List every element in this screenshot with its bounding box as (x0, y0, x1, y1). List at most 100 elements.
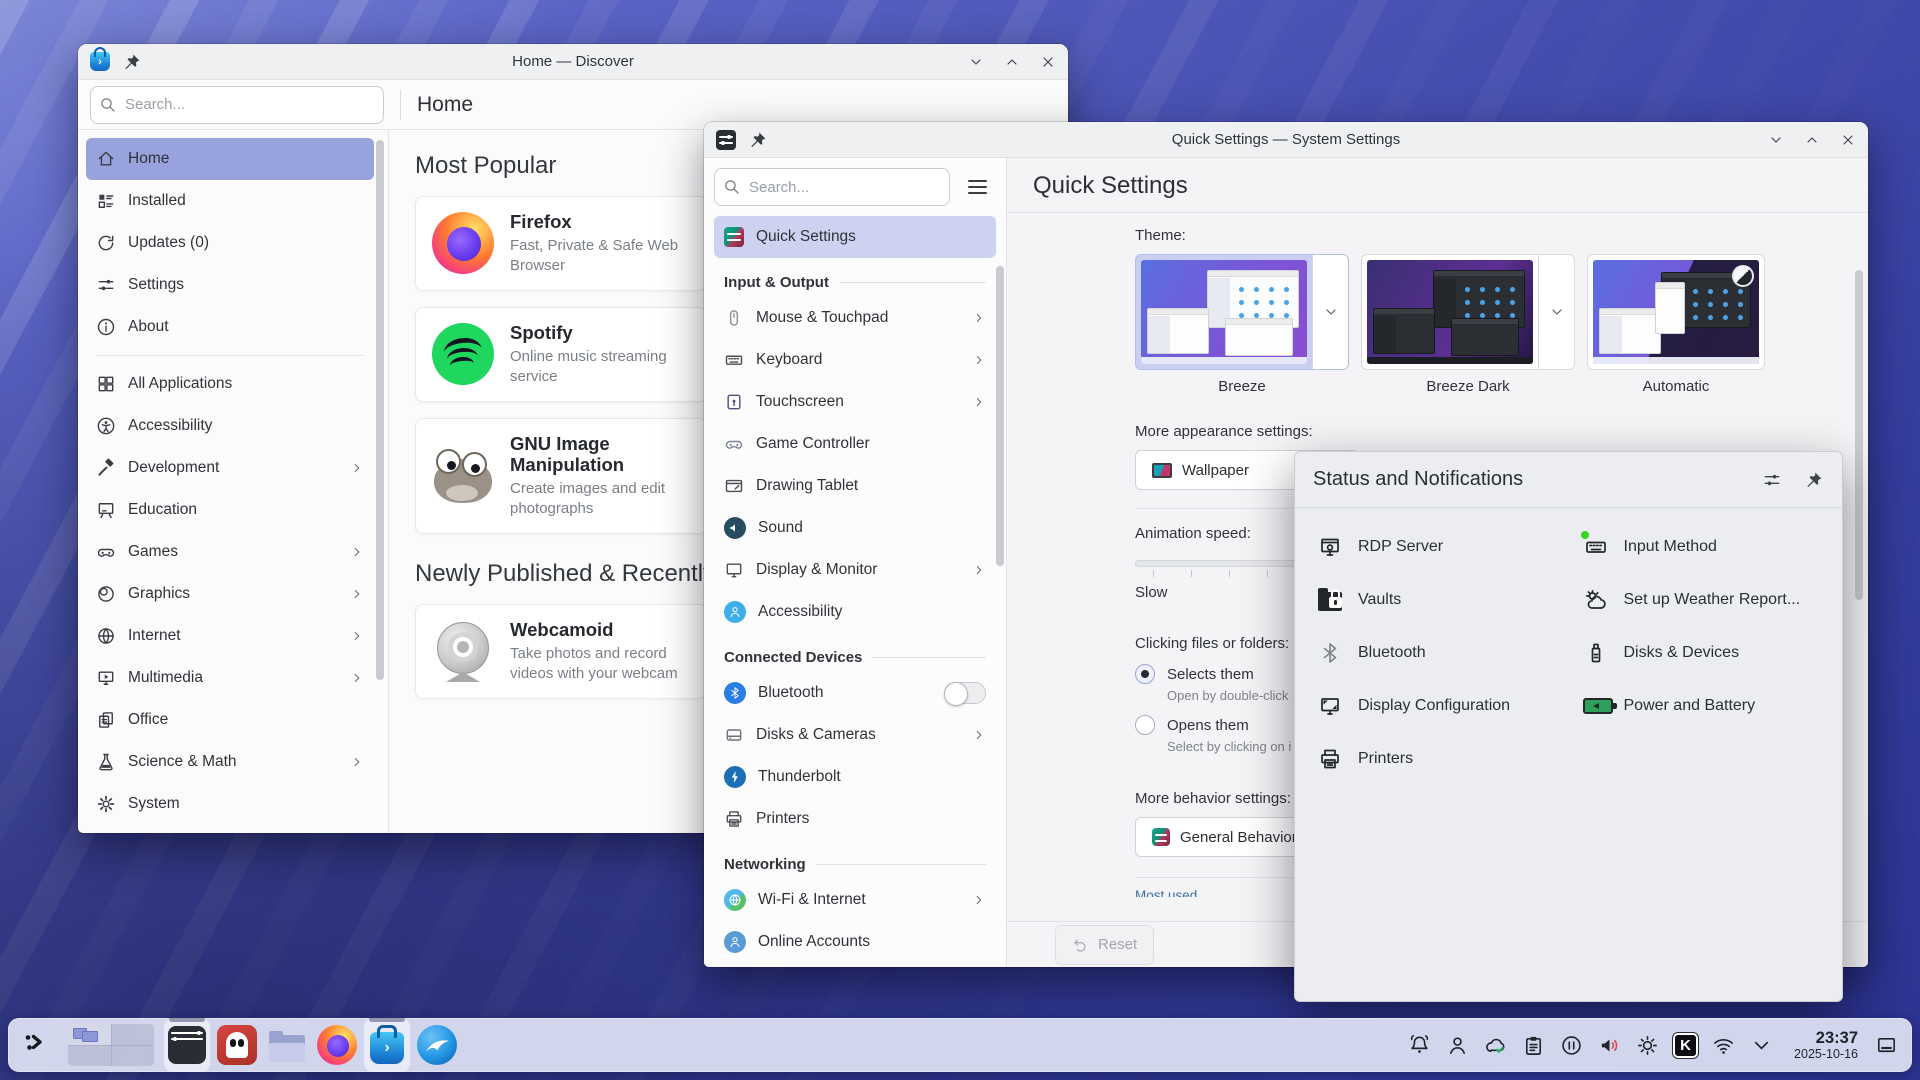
clipboard-icon[interactable] (1516, 1023, 1551, 1067)
maximize-icon[interactable] (1004, 54, 1020, 70)
pin-icon[interactable] (748, 130, 768, 150)
pager-desktop-2[interactable] (112, 1024, 155, 1045)
minimize-icon[interactable] (1768, 132, 1784, 148)
search-input[interactable] (714, 168, 950, 206)
sidebar-item-science-math[interactable]: Science & Math (86, 741, 374, 783)
sidebar-item-about[interactable]: About (86, 306, 374, 348)
sidebar-item-bluetooth[interactable]: Bluetooth (714, 672, 996, 714)
tray-item-input-method[interactable]: Input Method (1569, 520, 1835, 573)
brightness-icon[interactable] (1630, 1023, 1665, 1067)
sidebar-item-thunderbolt[interactable]: Thunderbolt (714, 756, 996, 798)
volume-icon[interactable] (1592, 1023, 1627, 1067)
app-card-webcamoid[interactable]: Webcamoid Take photos and record videos … (415, 604, 707, 699)
settings-titlebar[interactable]: Quick Settings — System Settings (704, 122, 1868, 158)
sidebar-item-display-monitor[interactable]: Display & Monitor (714, 549, 996, 591)
tray-item-power-battery[interactable]: Power and Battery (1569, 679, 1835, 732)
virtual-desktop-pager[interactable] (68, 1024, 154, 1066)
sidebar-item-sound[interactable]: Sound (714, 507, 996, 549)
sidebar-item-disks-cameras[interactable]: Disks & Cameras (714, 714, 996, 756)
show-desktop-button[interactable] (1869, 1023, 1904, 1067)
sidebar-item-mouse-touchpad[interactable]: Mouse & Touchpad (714, 297, 996, 339)
configure-icon[interactable] (1762, 470, 1782, 490)
sidebar-item-game-controller[interactable]: Game Controller (714, 423, 996, 465)
cloud-sync-icon[interactable] (1478, 1023, 1513, 1067)
sidebar-item-home[interactable]: Home (86, 138, 374, 180)
pager-desktop-3[interactable] (68, 1046, 111, 1067)
maximize-icon[interactable] (1804, 132, 1820, 148)
radio-button-selected[interactable] (1135, 664, 1155, 684)
search-input[interactable] (90, 86, 384, 124)
theme-preview-automatic[interactable] (1593, 260, 1759, 364)
sidebar-item-wifi-internet[interactable]: Wi-Fi & Internet (714, 879, 996, 921)
theme-option[interactable] (1587, 254, 1765, 370)
sidebar-item-education[interactable]: Education (86, 489, 374, 531)
sidebar-item-system[interactable]: System (86, 783, 374, 825)
user-icon[interactable] (1440, 1023, 1475, 1067)
sidebar-item-internet[interactable]: Internet (86, 615, 374, 657)
sidebar-item-printers[interactable]: Printers (714, 798, 996, 840)
sidebar-item-office[interactable]: Office (86, 699, 374, 741)
sidebar-item-quick-settings[interactable]: Quick Settings (714, 216, 996, 258)
theme-preview-breeze[interactable] (1141, 260, 1307, 364)
minimize-icon[interactable] (968, 54, 984, 70)
theme-option[interactable] (1135, 254, 1349, 370)
theme-preview-breeze-dark[interactable] (1367, 260, 1533, 364)
pin-icon[interactable] (1804, 470, 1824, 490)
application-launcher-button[interactable] (16, 1018, 58, 1072)
task-falkon[interactable] (414, 1018, 460, 1072)
pin-icon[interactable] (122, 52, 142, 72)
sidebar-item-touchscreen[interactable]: Touchscreen (714, 381, 996, 423)
sidebar-item-keyboard[interactable]: Keyboard (714, 339, 996, 381)
sidebar-item-settings[interactable]: Settings (86, 264, 374, 306)
tray-item-display-configuration[interactable]: Display Configuration (1303, 679, 1569, 732)
app-card-spotify[interactable]: Spotify Online music streaming service (415, 307, 707, 402)
content-scrollbar[interactable] (1855, 270, 1863, 600)
sidebar-item-development[interactable]: Development (86, 447, 374, 489)
task-ghost-app[interactable] (214, 1018, 260, 1072)
discover-titlebar[interactable]: › Home — Discover (78, 44, 1068, 80)
hamburger-menu-button[interactable] (958, 168, 996, 206)
task-system-settings[interactable] (164, 1018, 210, 1072)
radio-button-unselected[interactable] (1135, 715, 1155, 735)
theme-dropdown-button[interactable] (1312, 255, 1348, 369)
close-icon[interactable] (1040, 54, 1056, 70)
tray-item-disks-devices[interactable]: Disks & Devices (1569, 626, 1835, 679)
sidebar-item-graphics[interactable]: Graphics (86, 573, 374, 615)
sidebar-item-all-applications[interactable]: All Applications (86, 363, 374, 405)
sidebar-item-drawing-tablet[interactable]: Drawing Tablet (714, 465, 996, 507)
tray-item-rdp-server[interactable]: RDP Server (1303, 520, 1569, 573)
discover-search[interactable] (90, 86, 384, 124)
reset-button[interactable]: Reset (1055, 925, 1154, 965)
sidebar-item-accessibility[interactable]: Accessibility (714, 591, 996, 633)
sidebar-item-accessibility[interactable]: Accessibility (86, 405, 374, 447)
wifi-icon[interactable] (1706, 1023, 1741, 1067)
sidebar-scrollbar[interactable] (376, 140, 384, 680)
expand-tray-chevron-icon[interactable] (1744, 1023, 1779, 1067)
tray-item-bluetooth[interactable]: Bluetooth (1303, 626, 1569, 679)
tray-item-weather[interactable]: Set up Weather Report... (1569, 573, 1835, 626)
pager-desktop-1[interactable] (68, 1024, 111, 1045)
task-dolphin[interactable] (264, 1018, 310, 1072)
notifications-icon[interactable] (1402, 1023, 1437, 1067)
sidebar-item-installed[interactable]: Installed (86, 180, 374, 222)
pager-desktop-4[interactable] (112, 1046, 155, 1067)
sidebar-item-multimedia[interactable]: Multimedia (86, 657, 374, 699)
task-firefox[interactable] (314, 1018, 360, 1072)
sidebar-item-updates[interactable]: Updates (0) (86, 222, 374, 264)
tray-item-printers[interactable]: Printers (1303, 732, 1569, 785)
app-card-firefox[interactable]: Firefox Fast, Private & Safe Web Browser (415, 196, 707, 291)
tray-item-vaults[interactable]: Vaults (1303, 573, 1569, 626)
media-pause-icon[interactable] (1554, 1023, 1589, 1067)
bluetooth-toggle[interactable] (944, 682, 986, 704)
kate-icon[interactable]: K (1668, 1023, 1703, 1067)
clock[interactable]: 23:37 2025-10-16 (1794, 1029, 1858, 1061)
task-discover[interactable]: › (364, 1018, 410, 1072)
settings-search[interactable] (714, 168, 950, 206)
close-icon[interactable] (1840, 132, 1856, 148)
sidebar-item-online-accounts[interactable]: Online Accounts (714, 921, 996, 963)
app-card-gimp[interactable]: GNU Image Manipulation Create images and… (415, 418, 707, 534)
theme-dropdown-button[interactable] (1538, 255, 1574, 369)
sidebar-item-games[interactable]: Games (86, 531, 374, 573)
theme-option[interactable] (1361, 254, 1575, 370)
sidebar-scrollbar[interactable] (996, 266, 1004, 566)
